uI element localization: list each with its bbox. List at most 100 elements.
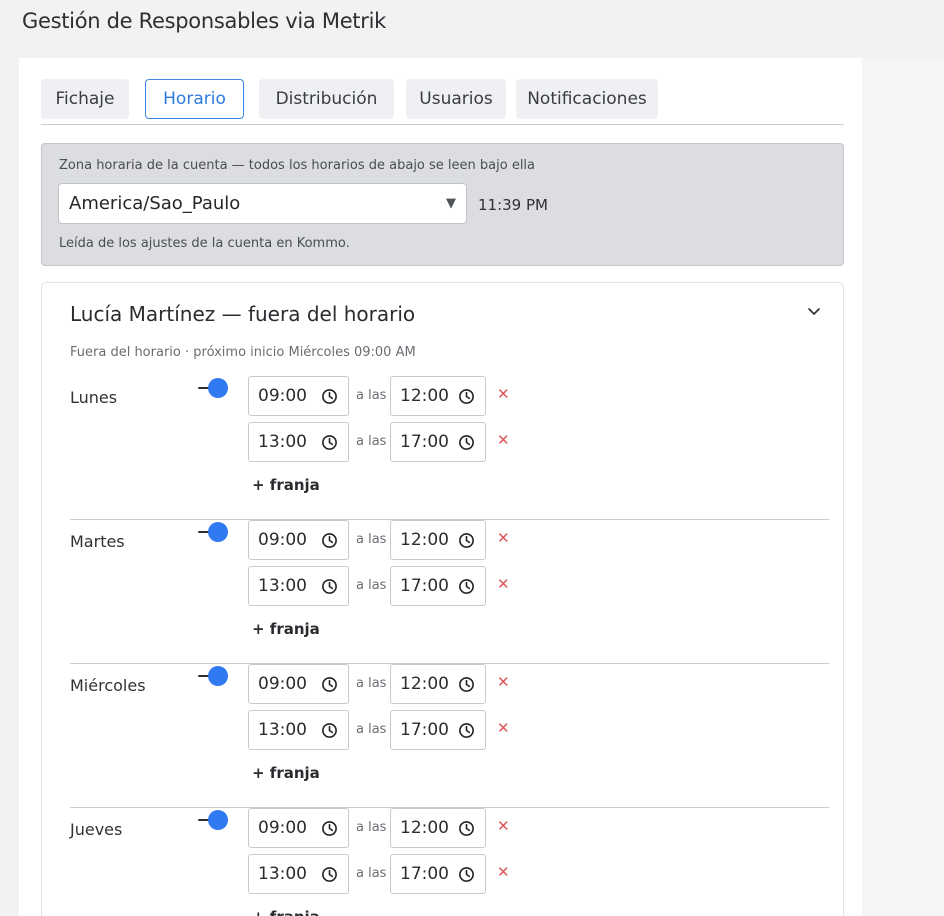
- responsable-title: Lucía Martínez — fuera del horario: [70, 302, 416, 326]
- tab-horario[interactable]: Horario: [145, 79, 244, 119]
- day-row: Jueves 09:00 a las 12:00 ✕ 13:00 a las 17:00 ✕ + …: [70, 808, 829, 916]
- time-slot: 13:00 a las 17:00 ✕: [248, 854, 518, 894]
- start-time-value: 09:00: [258, 386, 307, 406]
- add-slot-button[interactable]: + franja: [252, 476, 320, 494]
- separator-label: a las: [356, 820, 387, 835]
- clock-icon[interactable]: [458, 676, 475, 693]
- remove-slot-icon[interactable]: ✕: [497, 673, 510, 691]
- start-time-input[interactable]: 13:00: [248, 422, 349, 462]
- clock-icon[interactable]: [321, 434, 338, 451]
- add-slot-button[interactable]: + franja: [252, 908, 320, 916]
- day-toggle[interactable]: [198, 520, 232, 544]
- page-title: Gestión de Responsables via Metrik: [22, 9, 386, 33]
- end-time-value: 12:00: [400, 818, 449, 838]
- end-time-input[interactable]: 12:00: [390, 664, 486, 704]
- start-time-value: 13:00: [258, 432, 307, 452]
- chevron-down-icon[interactable]: [804, 301, 824, 321]
- day-toggle[interactable]: [198, 376, 232, 400]
- timezone-select[interactable]: America/Sao_Paulo ▼: [58, 183, 467, 224]
- add-slot-button[interactable]: + franja: [252, 764, 320, 782]
- time-slot: 13:00 a las 17:00 ✕: [248, 422, 518, 462]
- separator-label: a las: [356, 388, 387, 403]
- tab-fichaje[interactable]: Fichaje: [41, 79, 129, 119]
- clock-icon[interactable]: [458, 388, 475, 405]
- tab-notificaciones[interactable]: Notificaciones: [516, 79, 658, 119]
- end-time-input[interactable]: 12:00: [390, 808, 486, 848]
- start-time-input[interactable]: 09:00: [248, 520, 349, 560]
- clock-icon[interactable]: [321, 676, 338, 693]
- separator-label: a las: [356, 578, 387, 593]
- main-panel: Fichaje Horario Distribución Usuarios No…: [19, 58, 862, 916]
- start-time-value: 09:00: [258, 674, 307, 694]
- clock-icon[interactable]: [458, 722, 475, 739]
- clock-icon[interactable]: [458, 578, 475, 595]
- time-slot: 09:00 a las 12:00 ✕: [248, 808, 518, 848]
- end-time-input[interactable]: 17:00: [390, 854, 486, 894]
- remove-slot-icon[interactable]: ✕: [497, 529, 510, 547]
- toggle-knob: [208, 810, 228, 830]
- remove-slot-icon[interactable]: ✕: [497, 817, 510, 835]
- clock-icon[interactable]: [458, 532, 475, 549]
- time-slot: 09:00 a las 12:00 ✕: [248, 376, 518, 416]
- day-name: Martes: [70, 532, 125, 551]
- end-time-value: 12:00: [400, 530, 449, 550]
- timezone-value: America/Sao_Paulo: [69, 193, 241, 214]
- clock-icon[interactable]: [458, 820, 475, 837]
- remove-slot-icon[interactable]: ✕: [497, 575, 510, 593]
- timezone-label: Zona horaria de la cuenta — todos los ho…: [59, 158, 536, 173]
- caret-down-icon: ▼: [446, 196, 456, 211]
- end-time-input[interactable]: 17:00: [390, 710, 486, 750]
- time-slot: 09:00 a las 12:00 ✕: [248, 520, 518, 560]
- remove-slot-icon[interactable]: ✕: [497, 385, 510, 403]
- start-time-input[interactable]: 13:00: [248, 710, 349, 750]
- start-time-input[interactable]: 09:00: [248, 664, 349, 704]
- responsable-card: Lucía Martínez — fuera del horario Fuera…: [41, 282, 844, 916]
- start-time-value: 13:00: [258, 720, 307, 740]
- timezone-box: Zona horaria de la cuenta — todos los ho…: [41, 143, 844, 266]
- time-slot: 13:00 a las 17:00 ✕: [248, 710, 518, 750]
- timezone-current-time: 11:39 PM: [478, 196, 548, 214]
- clock-icon[interactable]: [458, 434, 475, 451]
- right-strip: [862, 58, 944, 916]
- tab-usuarios[interactable]: Usuarios: [406, 79, 506, 119]
- remove-slot-icon[interactable]: ✕: [497, 863, 510, 881]
- end-time-value: 17:00: [400, 576, 449, 596]
- separator-label: a las: [356, 866, 387, 881]
- timezone-note: Leída de los ajustes de la cuenta en Kom…: [59, 236, 350, 251]
- start-time-input[interactable]: 13:00: [248, 854, 349, 894]
- tab-bar: Fichaje Horario Distribución Usuarios No…: [41, 78, 844, 125]
- remove-slot-icon[interactable]: ✕: [497, 719, 510, 737]
- end-time-value: 12:00: [400, 386, 449, 406]
- day-name: Lunes: [70, 388, 118, 407]
- clock-icon[interactable]: [458, 866, 475, 883]
- start-time-value: 13:00: [258, 576, 307, 596]
- clock-icon[interactable]: [321, 722, 338, 739]
- clock-icon[interactable]: [321, 578, 338, 595]
- start-time-value: 09:00: [258, 818, 307, 838]
- day-toggle[interactable]: [198, 664, 232, 688]
- time-slot: 09:00 a las 12:00 ✕: [248, 664, 518, 704]
- end-time-input[interactable]: 12:00: [390, 520, 486, 560]
- end-time-value: 17:00: [400, 432, 449, 452]
- clock-icon[interactable]: [321, 866, 338, 883]
- day-row: Miércoles 09:00 a las 12:00 ✕ 13:00 a las 17:00…: [70, 664, 829, 808]
- end-time-value: 12:00: [400, 674, 449, 694]
- add-slot-button[interactable]: + franja: [252, 620, 320, 638]
- clock-icon[interactable]: [321, 388, 338, 405]
- start-time-input[interactable]: 13:00: [248, 566, 349, 606]
- start-time-input[interactable]: 09:00: [248, 376, 349, 416]
- end-time-input[interactable]: 12:00: [390, 376, 486, 416]
- clock-icon[interactable]: [321, 532, 338, 549]
- separator-label: a las: [356, 676, 387, 691]
- end-time-value: 17:00: [400, 864, 449, 884]
- end-time-input[interactable]: 17:00: [390, 566, 486, 606]
- day-name: Jueves: [70, 820, 123, 839]
- time-slot: 13:00 a las 17:00 ✕: [248, 566, 518, 606]
- tab-distribucion[interactable]: Distribución: [259, 79, 394, 119]
- start-time-input[interactable]: 09:00: [248, 808, 349, 848]
- end-time-input[interactable]: 17:00: [390, 422, 486, 462]
- clock-icon[interactable]: [321, 820, 338, 837]
- remove-slot-icon[interactable]: ✕: [497, 431, 510, 449]
- day-toggle[interactable]: [198, 808, 232, 832]
- day-row: Lunes 09:00 a las 12:00 ✕ 13:00 a las 17:00 ✕ + f…: [70, 376, 829, 520]
